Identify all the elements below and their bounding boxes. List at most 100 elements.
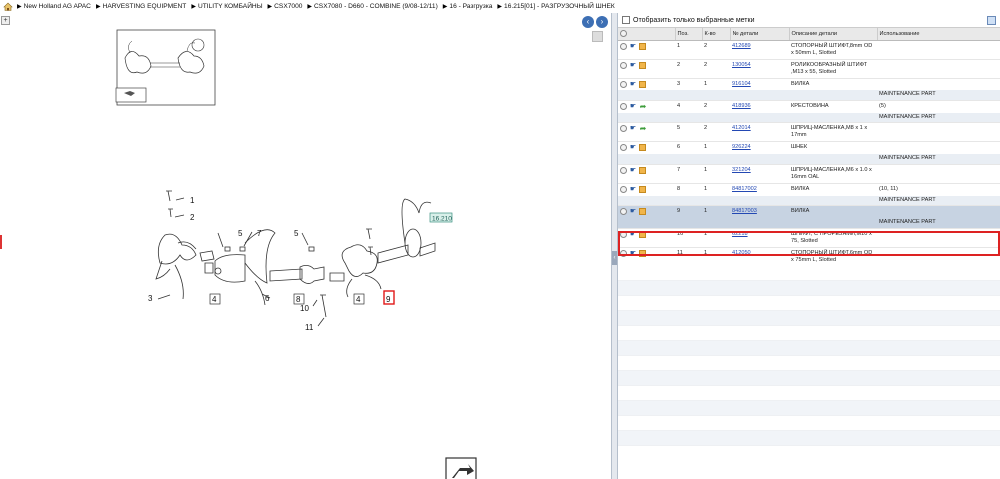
- table-row[interactable]: ☛ ➦ 5 2 412014 ШПРИЦ-МАСЛЕНКА,M8 x 1 x 17mm: [618, 122, 1000, 142]
- add-to-cart-box-icon[interactable]: [639, 144, 646, 152]
- part-number-link[interactable]: 84817002: [732, 186, 757, 192]
- part-number-link[interactable]: 926224: [732, 144, 751, 150]
- part-number-link-cell[interactable]: 412014: [730, 122, 789, 142]
- alternate-part-icon[interactable]: ➦: [639, 102, 647, 110]
- alternate-part-icon[interactable]: ➦: [639, 125, 647, 133]
- locate-hand-icon[interactable]: ☛: [629, 167, 637, 174]
- thumbnail-overview[interactable]: [115, 29, 216, 106]
- export-icon[interactable]: [987, 16, 996, 25]
- breadcrumb-item[interactable]: ▶ HARVESTING EQUIPMENT: [96, 3, 186, 10]
- select-row-icon[interactable]: [620, 42, 627, 50]
- col-usage[interactable]: Использование: [877, 28, 1000, 41]
- row-actions: ☛: [618, 163, 675, 184]
- part-number-link[interactable]: 412014: [732, 125, 751, 131]
- col-description[interactable]: Описание детали: [789, 28, 878, 41]
- locate-hand-icon[interactable]: ☛: [629, 208, 637, 215]
- table-row[interactable]: ☛ 2 2 130054 РОЛИКООБРАЗНЫЙ ШТИФТ ,M13 x 55,…: [618, 58, 1000, 78]
- select-row-icon[interactable]: [620, 249, 627, 257]
- select-row-icon[interactable]: [620, 80, 627, 88]
- part-number-link[interactable]: 418936: [732, 103, 751, 109]
- locate-hand-icon[interactable]: ☛: [629, 81, 637, 88]
- table-row[interactable]: ☛ 6 1 926224 ШНЕК: [618, 141, 1000, 155]
- select-row-icon[interactable]: [620, 208, 627, 216]
- part-number-link[interactable]: 412050: [732, 250, 751, 256]
- show-selected-checkbox[interactable]: [622, 16, 630, 24]
- table-row[interactable]: ☛ 11 1 412050 СТОПОРНЫЙ ШТИФТ,6mm OD x 75mm …: [618, 246, 1000, 266]
- cell-qty: 2: [702, 39, 730, 59]
- row-actions: ☛ ➦: [618, 99, 675, 113]
- table-subrow: MAINTENANCE PART: [618, 112, 1000, 123]
- breadcrumb-item[interactable]: ▶ CSX7000: [268, 3, 303, 10]
- add-to-cart-box-icon[interactable]: [639, 61, 646, 69]
- part-number-link-cell[interactable]: 926224: [730, 141, 789, 155]
- table-row[interactable]: ☛ 8 1 84817002 ВИЛКА (10, 11): [618, 182, 1000, 196]
- locate-hand-icon[interactable]: ☛: [629, 103, 637, 110]
- table-row[interactable]: ☛ 10 1 62218 ШПИФТ, С ПРОРЕЗЯМИ,M10 x 75, Sl…: [618, 227, 1000, 248]
- select-row-icon[interactable]: [620, 166, 627, 174]
- add-to-cart-box-icon[interactable]: [639, 42, 646, 50]
- select-row-icon[interactable]: [620, 125, 627, 133]
- col-pos[interactable]: Поз.: [675, 28, 703, 41]
- select-row-icon[interactable]: [620, 61, 627, 69]
- cell-usage: [877, 122, 1000, 142]
- locate-hand-icon[interactable]: ☛: [629, 125, 637, 132]
- select-row-icon[interactable]: [620, 230, 627, 238]
- part-number-link-cell[interactable]: 130054: [730, 58, 789, 78]
- part-number-link[interactable]: 84817003: [732, 208, 757, 214]
- reference-tag[interactable]: 16.210: [429, 212, 453, 223]
- breadcrumb-item[interactable]: ▶ UTILITY КОМБАЙНЫ: [191, 3, 262, 10]
- part-number-link-cell[interactable]: 418936: [730, 99, 789, 113]
- table-row[interactable]: ☛ ➦ 4 2 418936 КРЕСТОВИНА (5): [618, 99, 1000, 113]
- select-row-icon[interactable]: [620, 185, 627, 193]
- table-row[interactable]: ☛ 3 1 916104 ВИЛКА: [618, 77, 1000, 91]
- part-number-link-cell[interactable]: 412689: [730, 39, 789, 59]
- part-number-link[interactable]: 62218: [732, 231, 748, 237]
- table-row[interactable]: ☛ 9 1 84817003 ВИЛКА: [618, 205, 1000, 219]
- add-to-cart-box-icon[interactable]: [639, 80, 646, 88]
- breadcrumb-item[interactable]: ▶ New Holland AG APAC: [17, 3, 91, 10]
- locate-hand-icon[interactable]: ☛: [629, 43, 637, 50]
- add-to-cart-box-icon[interactable]: [639, 208, 646, 216]
- part-number-link[interactable]: 412689: [732, 43, 751, 49]
- breadcrumb-item[interactable]: ▶ 16.215[01] - РАЗГРУЗОЧНЫЙ ШНЕК: [497, 3, 614, 10]
- select-row-icon[interactable]: [620, 102, 627, 110]
- breadcrumb-item[interactable]: ▶ CSX7080 - D660 - COMBINE (9/08-12/11): [307, 3, 437, 10]
- add-to-cart-box-icon[interactable]: [639, 249, 646, 257]
- part-number-link-cell[interactable]: 412050: [730, 246, 789, 266]
- select-all-header[interactable]: [618, 28, 676, 41]
- part-number-link-cell[interactable]: 62218: [730, 227, 789, 248]
- select-all-icon[interactable]: [620, 30, 627, 38]
- cell-pos: 9: [675, 205, 702, 219]
- cell-description: РОЛИКООБРАЗНЫЙ ШТИФТ ,M13 x 55, Slotted: [789, 58, 877, 78]
- locate-hand-icon[interactable]: ☛: [629, 231, 637, 238]
- subrow-empty-cell: [675, 112, 702, 123]
- part-number-link-cell[interactable]: 916104: [730, 77, 789, 91]
- home-icon[interactable]: [3, 2, 13, 11]
- locate-hand-icon[interactable]: ☛: [629, 62, 637, 69]
- row-actions: ☛: [618, 246, 675, 266]
- subrow-empty-cell: [618, 218, 675, 229]
- add-to-cart-box-icon[interactable]: [639, 230, 646, 238]
- breadcrumb-item[interactable]: ▶ 16 - Разгрузка: [443, 3, 493, 10]
- part-number-link[interactable]: 130054: [732, 62, 751, 68]
- callout-7: 7: [257, 229, 262, 238]
- add-to-cart-box-icon[interactable]: [639, 185, 646, 193]
- locate-hand-icon[interactable]: ☛: [629, 144, 637, 151]
- table-row[interactable]: ☛ 1 2 412689 СТОПОРНЫЙ ШТИФТ,8mm OD x 50mm L…: [618, 39, 1000, 59]
- part-number-link[interactable]: 321204: [732, 167, 751, 173]
- panel-splitter[interactable]: ‹: [611, 13, 618, 479]
- locate-hand-icon[interactable]: ☛: [629, 250, 637, 257]
- add-to-cart-box-icon[interactable]: [639, 166, 646, 174]
- part-number-link-cell[interactable]: 84817003: [730, 205, 789, 219]
- callout-2: 2: [190, 213, 195, 222]
- col-part-number[interactable]: № детали: [730, 28, 790, 41]
- col-qty[interactable]: К-во: [702, 28, 731, 41]
- table-row[interactable]: ☛ 7 1 321204 ШПРИЦ-МАСЛЕНКА,M6 x 1.0 x 16mm …: [618, 163, 1000, 184]
- locate-hand-icon[interactable]: ☛: [629, 186, 637, 193]
- part-number-link-cell[interactable]: 84817002: [730, 182, 789, 196]
- return-to-overview-icon[interactable]: [445, 457, 477, 479]
- part-number-link-cell[interactable]: 321204: [730, 163, 789, 184]
- select-row-icon[interactable]: [620, 144, 627, 152]
- collapse-arrow-icon[interactable]: ‹: [612, 251, 617, 265]
- part-number-link[interactable]: 916104: [732, 81, 751, 87]
